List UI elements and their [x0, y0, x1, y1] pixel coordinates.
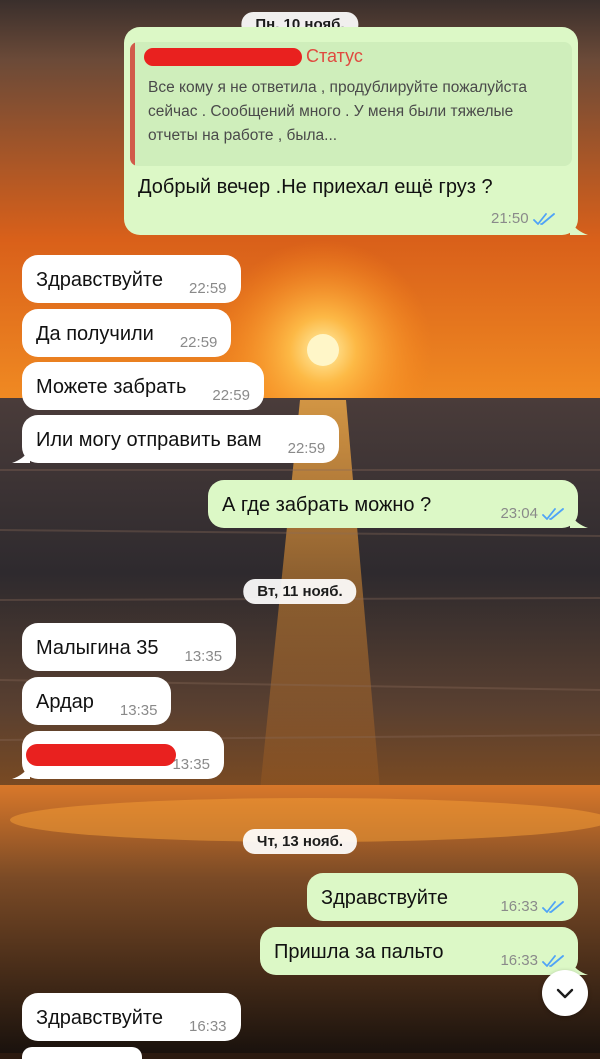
message-text: Или могу отправить вам	[36, 429, 262, 451]
message-meta: 16:33	[500, 898, 564, 921]
outgoing-message[interactable]: Здравствуйте 16:33	[307, 873, 578, 921]
quote-accent-bar	[130, 42, 135, 166]
message-meta: 23:04	[500, 505, 564, 528]
message-meta: 13:35	[185, 648, 223, 671]
message-meta: 22:59	[212, 387, 250, 410]
message-time: 13:35	[119, 702, 158, 719]
redacted-message-text	[26, 744, 176, 766]
incoming-message[interactable]: Здравствуйте 22:59	[22, 255, 241, 303]
incoming-message[interactable]: Или могу отправить вам 22:59	[22, 415, 340, 463]
message-text: А где забрать можно ?	[222, 494, 432, 516]
scroll-to-bottom-button[interactable]	[542, 970, 588, 1016]
read-ticks-icon	[542, 507, 564, 520]
message-time: 13:35	[184, 648, 223, 665]
incoming-message[interactable]: Здравствуйте 16:33	[22, 993, 241, 1041]
read-ticks-icon	[532, 212, 555, 225]
message-time: 22:59	[179, 334, 218, 351]
incoming-message-partial[interactable]	[22, 1047, 142, 1059]
message-time: 21:50	[491, 210, 529, 227]
message-text: Да получили	[36, 323, 154, 345]
date-separator: Чт, 13 нояб.	[242, 829, 358, 854]
message-time: 16:33	[500, 952, 538, 969]
message-meta: 22:59	[189, 280, 227, 303]
message-meta: 22:59	[288, 440, 326, 463]
incoming-message[interactable]: Ардар 13:35	[22, 677, 172, 725]
incoming-message[interactable]: Да получили 22:59	[22, 309, 232, 357]
message-text: Здравствуйте	[321, 887, 448, 909]
quoted-status-reply[interactable]: Статус Все кому я не ответила , продубли…	[130, 42, 572, 166]
message-time: 22:59	[188, 280, 227, 297]
message-meta: 13:35	[120, 702, 158, 725]
incoming-message[interactable]: Можете забрать 22:59	[22, 362, 264, 410]
bubble-tail	[570, 221, 588, 235]
message-text: Здравствуйте	[36, 1007, 163, 1029]
date-separator: Вт, 11 нояб.	[243, 579, 357, 604]
message-time: 22:59	[212, 387, 250, 404]
redacted-author-name	[144, 48, 302, 66]
message-time: 13:35	[172, 756, 210, 773]
message-meta: 22:59	[180, 334, 218, 357]
quote-source-label: Статус	[306, 46, 363, 66]
read-ticks-icon	[542, 900, 564, 913]
message-text: Добрый вечер .Не приехал ещё груз ?	[138, 176, 493, 198]
message-time: 23:04	[500, 505, 538, 522]
bubble-tail	[12, 449, 30, 463]
message-time: 22:59	[287, 440, 326, 457]
message-meta: 21:50	[491, 210, 555, 227]
bubble-tail	[570, 514, 588, 528]
message-time: 16:33	[500, 898, 538, 915]
message-text: Ардар	[36, 691, 94, 713]
message-text: Здравствуйте	[36, 269, 163, 291]
outgoing-message[interactable]: А где забрать можно ? 23:04	[208, 480, 578, 528]
message-meta: 13:35	[172, 756, 210, 779]
message-time: 16:33	[188, 1018, 227, 1035]
quoted-text: Все кому я не ответила , продублируйте п…	[148, 79, 527, 144]
incoming-message[interactable]: Малыгина 35 13:35	[22, 623, 237, 671]
message-text: Пришла за пальто	[274, 941, 444, 963]
chevron-down-icon	[556, 988, 574, 999]
read-ticks-icon	[542, 954, 564, 967]
outgoing-message[interactable]: Пришла за пальто 16:33	[260, 927, 578, 975]
bubble-tail	[12, 765, 30, 779]
message-text: Малыгина 35	[36, 637, 159, 659]
message-meta: 16:33	[189, 1018, 227, 1041]
chat-thread[interactable]: Пн, 10 нояб. Статус Все кому я не ответи…	[0, 0, 600, 1059]
message-text: Можете забрать	[36, 376, 187, 398]
